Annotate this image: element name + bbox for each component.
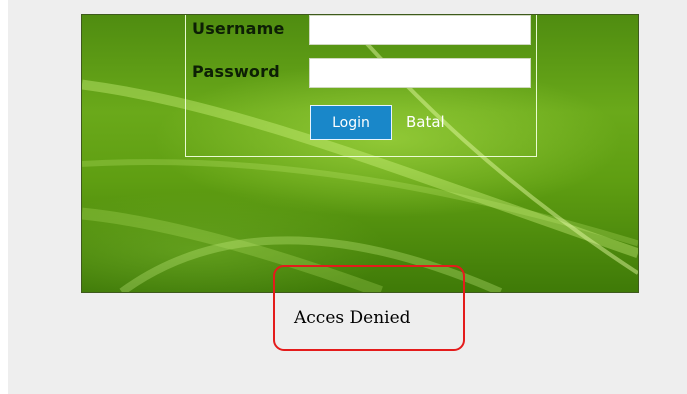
error-message: Acces Denied [294, 308, 411, 328]
login-panel: Username Password Login Batal [81, 14, 639, 293]
username-label: Username [192, 19, 285, 38]
login-button[interactable]: Login [310, 105, 392, 140]
cancel-link[interactable]: Batal [406, 113, 445, 131]
login-form: Username Password Login Batal [185, 15, 537, 157]
password-input[interactable] [309, 58, 531, 88]
username-input[interactable] [309, 15, 531, 45]
password-label: Password [192, 62, 280, 81]
